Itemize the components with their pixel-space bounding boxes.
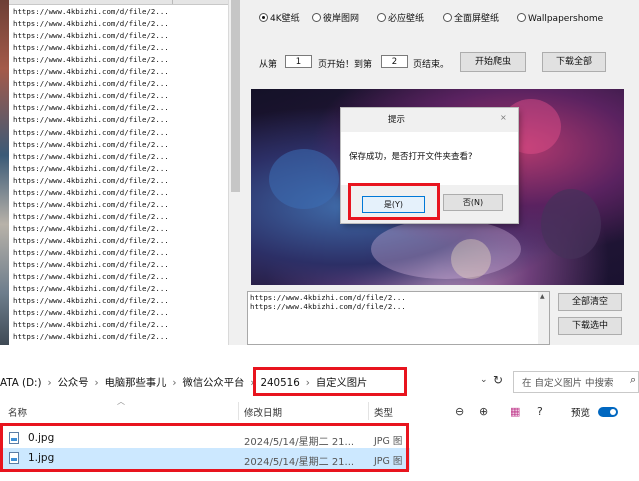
url-list-item[interactable]: https://www.4kbizhi.com/d/file/2... <box>13 259 169 271</box>
url-list-item[interactable]: https://www.4kbizhi.com/d/file/2... <box>13 54 169 66</box>
preview-toggle-label: 预览 <box>571 408 591 419</box>
url-list-item[interactable]: https://www.4kbizhi.com/d/file/2... <box>13 90 169 102</box>
breadcrumb-item[interactable]: 电脑那些事儿 <box>105 377 167 389</box>
radio-empty-icon <box>517 13 526 22</box>
range-from-label: 从第 <box>259 60 278 70</box>
url-list-item[interactable]: https://www.4kbizhi.com/d/file/2... <box>13 6 169 18</box>
radio-source-4k[interactable]: 4K壁纸 <box>259 12 300 26</box>
gallery-icon[interactable]: ▦ <box>510 405 520 418</box>
sort-chevron-icon: ︿ <box>117 397 125 406</box>
chevron-right-icon: › <box>172 377 177 389</box>
url-list-item[interactable]: https://www.4kbizhi.com/d/file/2... <box>13 223 169 235</box>
url-list-item[interactable]: https://www.4kbizhi.com/d/file/2... <box>13 331 169 343</box>
background-window-strip <box>0 0 9 345</box>
crawler-app-window: https://www.4kbizhi.com/d/file/2... https… <box>0 0 639 345</box>
breadcrumb-drive[interactable]: ATA (D:) <box>0 377 41 389</box>
url-list-item[interactable]: https://www.4kbizhi.com/d/file/2... <box>13 235 169 247</box>
url-list-item[interactable]: https://www.4kbizhi.com/d/file/2... <box>13 66 169 78</box>
url-list-item[interactable]: https://www.4kbizhi.com/d/file/2... <box>13 295 169 307</box>
url-list-item[interactable]: https://www.4kbizhi.com/d/file/2... <box>13 199 169 211</box>
url-list-item[interactable]: https://www.4kbizhi.com/d/file/2... <box>13 187 169 199</box>
url-list-scrollbar-thumb[interactable] <box>231 0 240 192</box>
radio-empty-icon <box>377 13 386 22</box>
help-icon[interactable]: ? <box>537 405 543 418</box>
download-all-button[interactable]: 下载全部 <box>542 52 606 72</box>
scroll-up-arrow-icon[interactable]: ▲ <box>540 293 545 300</box>
column-date[interactable]: 修改日期 <box>244 405 282 419</box>
url-list-item[interactable]: https://www.4kbizhi.com/d/file/2... <box>13 18 169 30</box>
annotation-highlight-yes <box>348 183 440 220</box>
url-list-item[interactable]: https://www.4kbizhi.com/d/file/2... <box>13 127 169 139</box>
column-name[interactable]: 名称 <box>8 405 27 419</box>
url-list-item[interactable]: https://www.4kbizhi.com/d/file/2... <box>13 271 169 283</box>
search-icon[interactable]: ⌕ <box>630 373 636 387</box>
artwork-shape <box>451 239 491 279</box>
refresh-icon[interactable]: ↻ <box>493 373 503 387</box>
artwork-shape <box>371 219 521 279</box>
radio-source-netbian[interactable]: 彼岸图网 <box>312 12 359 26</box>
radio-source-wallpapershome[interactable]: Wallpapershome <box>517 12 603 26</box>
url-list-item[interactable]: https://www.4kbizhi.com/d/file/2... <box>13 163 169 175</box>
end-page-input[interactable]: 2 <box>381 55 408 68</box>
artwork-shape <box>541 189 601 259</box>
chevron-down-icon[interactable]: ⌄ <box>480 375 488 385</box>
start-page-input[interactable]: 1 <box>285 55 312 68</box>
url-list-item[interactable]: https://www.4kbizhi.com/d/file/2... <box>13 307 169 319</box>
chevron-right-icon: › <box>94 377 99 389</box>
column-divider[interactable] <box>368 402 369 420</box>
preview-toggle-knob <box>610 409 616 415</box>
close-icon[interactable]: × <box>500 113 507 122</box>
column-type[interactable]: 类型 <box>374 405 393 419</box>
url-list-item[interactable]: https://www.4kbizhi.com/d/file/2... <box>13 102 169 114</box>
url-list[interactable]: https://www.4kbizhi.com/d/file/2... https… <box>9 0 229 345</box>
dialog-no-button[interactable]: 否(N) <box>443 194 503 211</box>
url-list-item[interactable]: https://www.4kbizhi.com/d/file/2... <box>13 114 169 126</box>
column-divider[interactable] <box>238 402 239 420</box>
radio-empty-icon <box>312 13 321 22</box>
clear-all-button[interactable]: 全部清空 <box>558 293 622 311</box>
url-list-item[interactable]: https://www.4kbizhi.com/d/file/2... <box>13 139 169 151</box>
log-line: https://www.4kbizhi.com/d/file/2... <box>250 302 406 311</box>
radio-source-fullscreen[interactable]: 全面屏壁纸 <box>443 12 499 26</box>
radio-selected-icon <box>259 13 268 22</box>
download-log[interactable]: https://www.4kbizhi.com/d/file/2... http… <box>247 291 550 345</box>
artwork-shape <box>269 149 339 209</box>
url-list-header-divider <box>172 0 173 4</box>
start-crawl-button[interactable]: 开始爬虫 <box>460 52 526 72</box>
url-list-item[interactable]: https://www.4kbizhi.com/d/file/2... <box>13 211 169 223</box>
chevron-right-icon: › <box>47 377 52 389</box>
zoom-out-icon[interactable]: ⊖ <box>455 405 464 418</box>
url-list-item[interactable]: https://www.4kbizhi.com/d/file/2... <box>13 175 169 187</box>
url-list-item[interactable]: https://www.4kbizhi.com/d/file/2... <box>13 247 169 259</box>
download-selected-button[interactable]: 下载选中 <box>558 317 622 335</box>
column-header-row <box>0 400 639 422</box>
annotation-highlight-path <box>253 367 407 396</box>
url-list-item[interactable]: https://www.4kbizhi.com/d/file/2... <box>13 283 169 295</box>
url-list-item[interactable]: https://www.4kbizhi.com/d/file/2... <box>13 42 169 54</box>
url-list-item[interactable]: https://www.4kbizhi.com/d/file/2... <box>13 319 169 331</box>
zoom-in-icon[interactable]: ⊕ <box>479 405 488 418</box>
search-placeholder: 在 自定义图片 中搜索 <box>522 378 614 389</box>
url-list-item[interactable]: https://www.4kbizhi.com/d/file/2... <box>13 78 169 90</box>
radio-empty-icon <box>443 13 452 22</box>
url-list-header <box>9 0 228 5</box>
range-end-label: 页结束。 <box>413 60 450 70</box>
url-list-item[interactable]: https://www.4kbizhi.com/d/file/2... <box>13 30 169 42</box>
dialog-message: 保存成功，是否打开文件夹查看? <box>349 152 473 162</box>
radio-source-bing[interactable]: 必应壁纸 <box>377 12 424 26</box>
breadcrumb-item[interactable]: 公众号 <box>58 377 89 389</box>
breadcrumb-item[interactable]: 微信公众平台 <box>183 377 245 389</box>
dialog-title: 提示 <box>388 115 406 125</box>
range-mid-label: 页开始！到第 <box>318 60 373 70</box>
url-list-item[interactable]: https://www.4kbizhi.com/d/file/2... <box>13 151 169 163</box>
annotation-highlight-files <box>0 423 409 472</box>
